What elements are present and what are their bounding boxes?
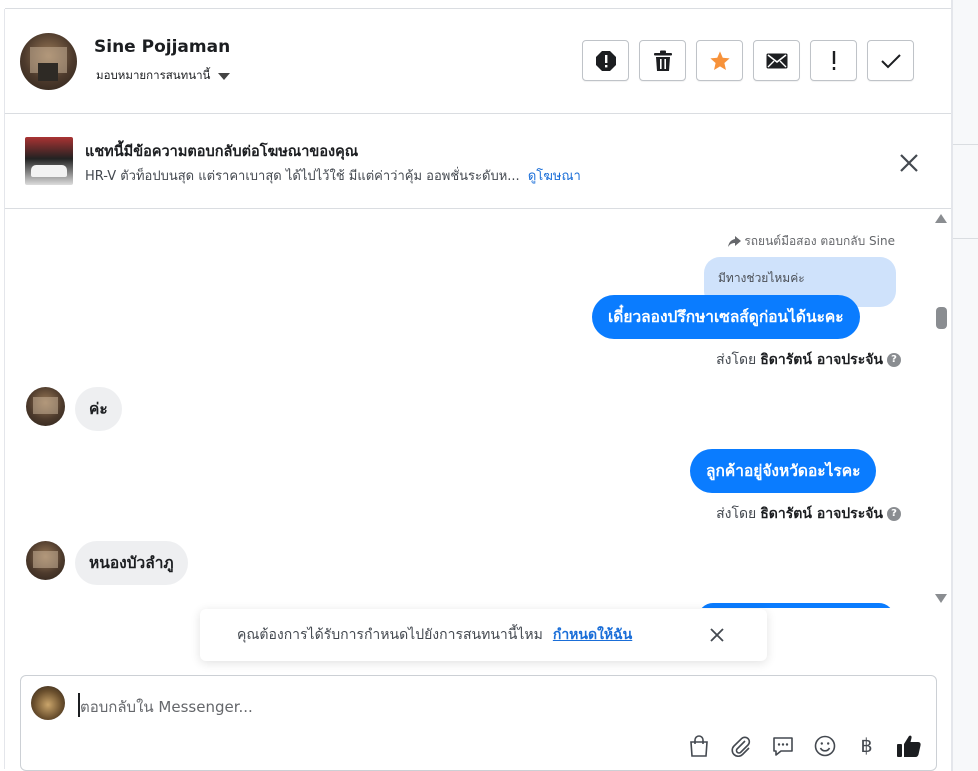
reply-meta-text: รถยนต์มือสอง ตอบกลับ Sine (744, 234, 895, 248)
scroll-down-arrow-icon[interactable] (935, 594, 947, 603)
view-ad-link[interactable]: ดูโฆษณา (528, 169, 581, 184)
sent-by-info: ส่งโดย ธิดารัตน์ อาจประจัน ? (716, 349, 901, 371)
sent-by-prefix: ส่งโดย (716, 506, 757, 522)
avatar[interactable] (20, 33, 77, 90)
ad-thumbnail[interactable] (25, 137, 73, 185)
thumbs-up-icon (896, 735, 921, 757)
outgoing-message[interactable]: เดี๋ยวลองปรึกษาเซลส์ดูก่อนได้นะคะ (592, 295, 860, 339)
top-divider (5, 0, 952, 9)
scrollbar-thumb[interactable] (936, 307, 947, 329)
avatar[interactable] (26, 541, 65, 580)
assign-to-me-link[interactable]: กำหนดให้ฉัน (553, 624, 632, 646)
check-icon (880, 53, 901, 68)
emoji-icon (814, 735, 835, 756)
emoji-button[interactable] (811, 732, 838, 759)
scroll-up-arrow-icon[interactable] (935, 214, 947, 223)
sent-by-prefix: ส่งโดย (716, 352, 757, 368)
star-icon (709, 50, 730, 70)
outgoing-message-partial (698, 603, 894, 608)
help-icon[interactable]: ? (887, 507, 901, 521)
mark-unread-button[interactable] (753, 40, 800, 81)
mark-spam-button[interactable] (582, 40, 629, 81)
attach-button[interactable] (727, 732, 754, 759)
gutter-divider (953, 238, 978, 239)
reply-arrow-icon (728, 235, 742, 247)
sender-name: ธิดารัตน์ อาจประจัน (760, 506, 883, 522)
saved-replies-button[interactable] (769, 732, 796, 759)
avatar (31, 686, 65, 720)
delete-button[interactable] (639, 40, 686, 81)
conversation-header: Sine Pojjaman มอบหมายการสนทนานี้ (5, 10, 951, 114)
ad-reply-meta: รถยนต์มือสอง ตอบกลับ Sine (728, 232, 895, 251)
exclamation-icon (832, 50, 835, 70)
outgoing-message[interactable]: ลูกค้าอยู่จังหวัดอะไรคะ (690, 449, 877, 493)
reply-composer: ตอบกลับใน Messenger... ฿ (20, 675, 937, 771)
assign-label: มอบหมายการสนทนานี้ (96, 68, 211, 82)
close-icon[interactable] (708, 626, 726, 644)
reply-input[interactable]: ตอบกลับใน Messenger... (80, 695, 253, 719)
ad-description-text: HR-V ตัวท็อปบนสุด แต่ราคาเบาสุด ได้ไปไว้… (85, 169, 520, 184)
bag-icon (689, 734, 708, 757)
payment-button[interactable]: ฿ (853, 732, 880, 759)
incoming-message[interactable]: ค่ะ (75, 387, 122, 431)
chat-window: Sine Pojjaman มอบหมายการสนทนานี้ แชทนี้ม… (0, 0, 978, 771)
like-button[interactable] (895, 732, 922, 759)
mark-done-button[interactable] (867, 40, 914, 81)
chat-icon (772, 736, 793, 756)
paperclip-icon (731, 735, 750, 757)
assign-dropdown[interactable]: มอบหมายการสนทนานี้ (96, 67, 231, 85)
spam-icon (595, 50, 616, 71)
caret-down-icon (218, 72, 231, 80)
close-icon[interactable] (898, 152, 920, 174)
ad-banner-description: HR-V ตัวท็อปบนสุด แต่ราคาเบาสุด ได้ไปไว้… (85, 165, 581, 186)
assign-prompt-toast: คุณต้องการได้รับการกำหนดไปยังการสนทนานี้… (200, 609, 767, 661)
sent-by-info: ส่งโดย ธิดารัตน์ อาจประจัน ? (716, 503, 901, 525)
message-thread[interactable]: รถยนต์มือสอง ตอบกลับ Sine มีทางช่วยไหมค่… (5, 210, 935, 608)
baht-icon: ฿ (860, 734, 873, 757)
avatar[interactable] (26, 387, 65, 426)
toast-text: คุณต้องการได้รับการกำหนดไปยังการสนทนานี้… (237, 627, 543, 643)
help-icon[interactable]: ? (887, 353, 901, 367)
ad-reply-banner: แชทนี้มีข้อความตอบกลับต่อโฆษณาของคุณ HR-… (5, 115, 951, 209)
trash-icon (653, 50, 672, 71)
gutter-divider (953, 144, 978, 145)
follow-up-button[interactable] (810, 40, 857, 81)
ad-banner-title: แชทนี้มีข้อความตอบกลับต่อโฆษณาของคุณ (85, 144, 359, 160)
incoming-message[interactable]: หนองบัวลำภู (75, 541, 188, 585)
sender-name: ธิดารัตน์ อาจประจัน (760, 352, 883, 368)
header-actions (582, 40, 914, 81)
right-panel-edge (953, 0, 978, 771)
composer-toolbar: ฿ (685, 732, 922, 759)
mail-icon (766, 53, 787, 68)
contact-name[interactable]: Sine Pojjaman (94, 37, 230, 57)
star-button[interactable] (696, 40, 743, 81)
shop-button[interactable] (685, 732, 712, 759)
